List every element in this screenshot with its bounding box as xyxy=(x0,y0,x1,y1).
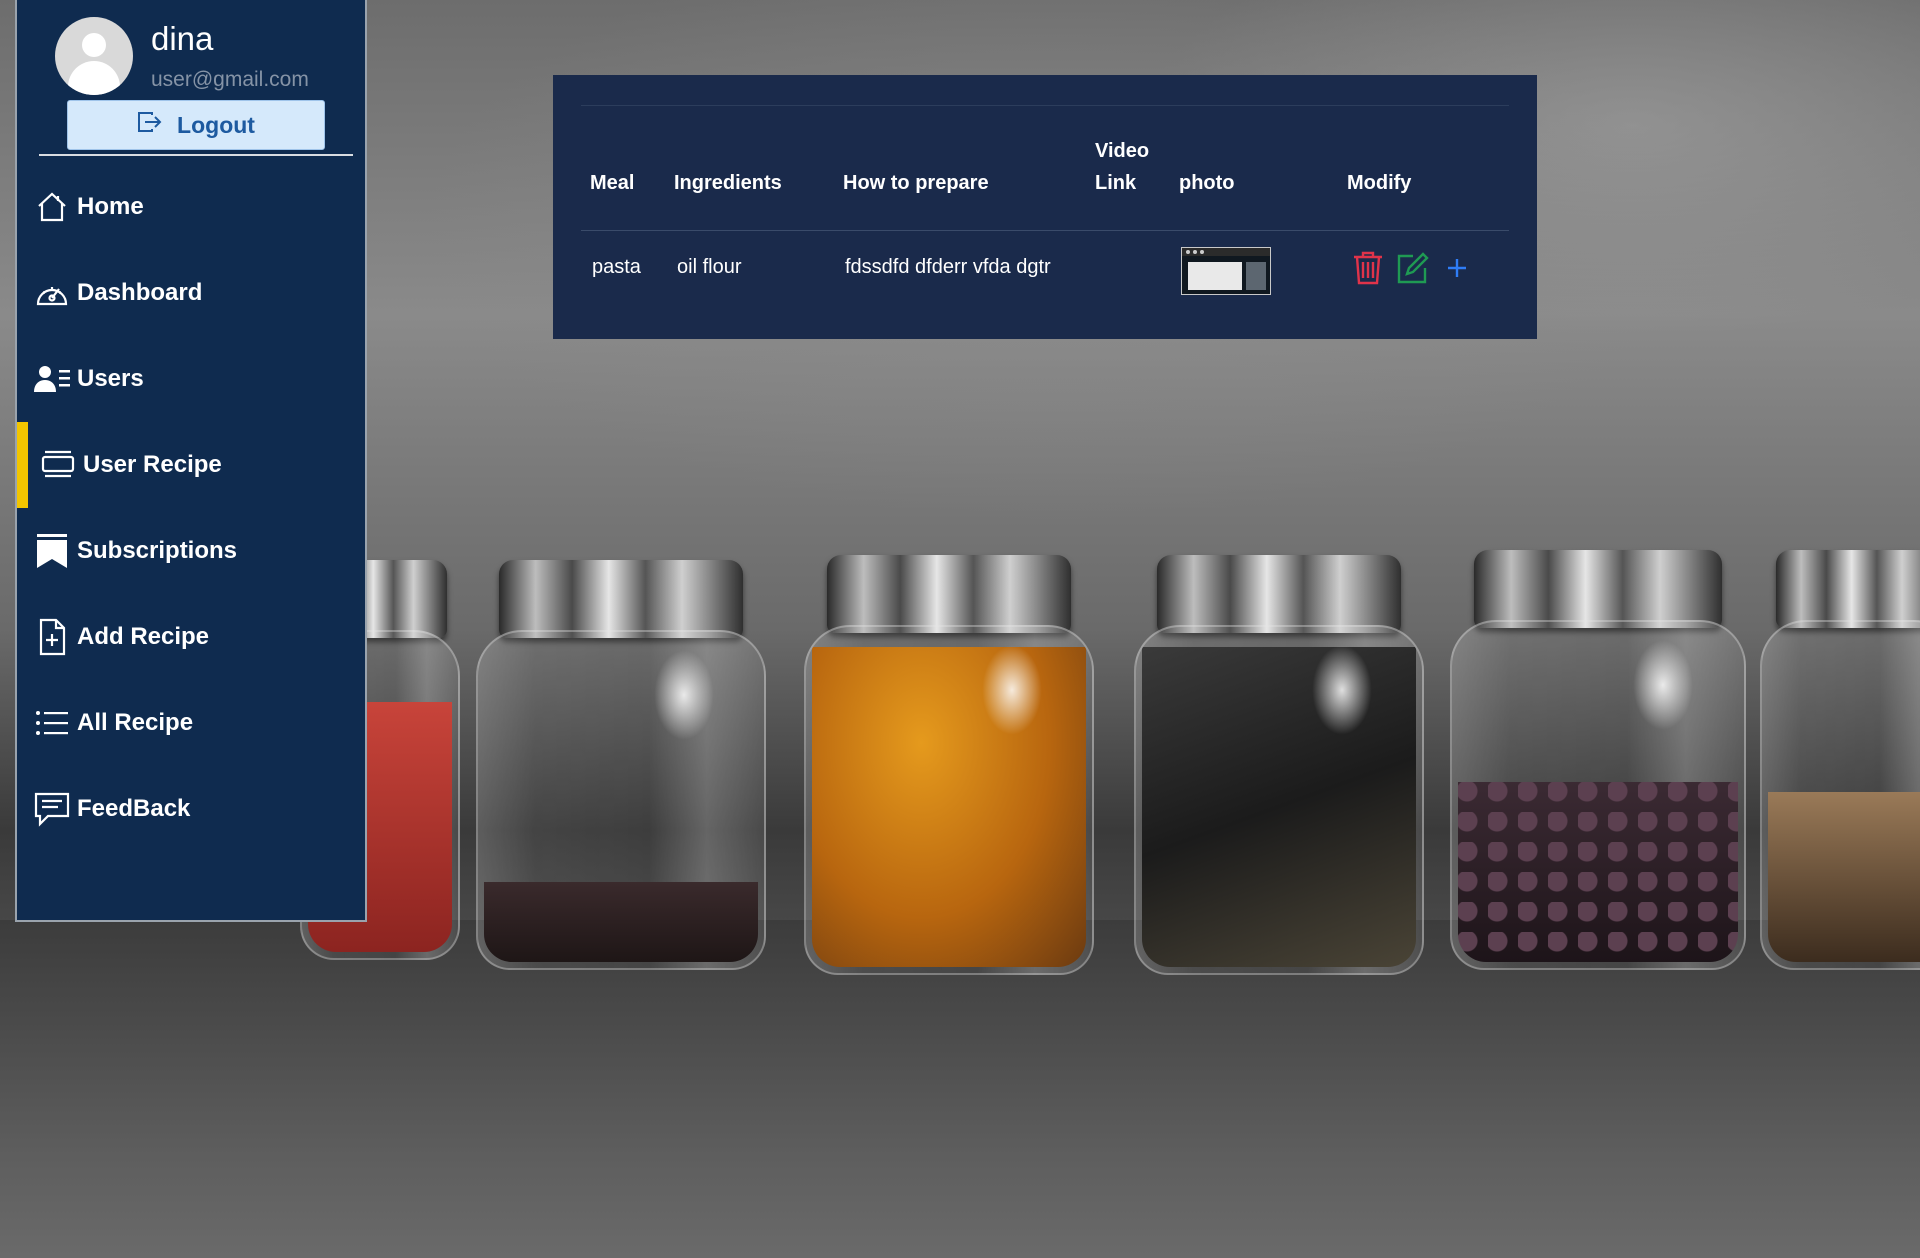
sidebar-item-all-recipe[interactable]: All Recipe xyxy=(17,680,365,766)
sidebar-item-user-recipe[interactable]: User Recipe xyxy=(17,422,365,508)
header-ingredients: Ingredients xyxy=(674,172,782,194)
spice-jar-dark xyxy=(476,560,766,970)
card-stack-icon xyxy=(39,446,77,484)
spice-jar-seeds xyxy=(1760,550,1920,970)
sidebar-item-subscriptions[interactable]: Subscriptions xyxy=(17,508,365,594)
file-plus-icon xyxy=(33,618,71,656)
profile-section: dina user@gmail.com Logout xyxy=(17,0,365,160)
speedometer-icon xyxy=(33,274,71,312)
header-modify: Modify xyxy=(1347,172,1412,194)
trash-icon xyxy=(1352,250,1384,291)
spice-jar-berries xyxy=(1450,550,1746,970)
spice-jar-turmeric xyxy=(804,555,1094,975)
sidebar-divider xyxy=(39,154,353,156)
cell-ingredients: oil flour xyxy=(677,256,742,278)
sidebar-item-feedback[interactable]: FeedBack xyxy=(17,766,365,852)
sidebar-item-label: Add Recipe xyxy=(77,623,210,650)
table-header-border xyxy=(581,230,1509,231)
cell-how-to-prepare: fdssdfd dfderr vfda dgtr xyxy=(845,256,1051,278)
logout-label: Logout xyxy=(177,111,255,138)
sidebar: dina user@gmail.com Logout Home Dashboar… xyxy=(15,0,367,922)
active-marker xyxy=(17,422,28,508)
header-meal: Meal xyxy=(590,172,635,194)
logout-icon xyxy=(137,111,163,139)
delete-button[interactable] xyxy=(1350,250,1386,291)
recipe-photo-thumbnail[interactable] xyxy=(1181,247,1271,295)
sidebar-item-label: FeedBack xyxy=(77,795,191,822)
user-recipe-table: Meal Ingredients How to prepare Video Li… xyxy=(553,75,1537,339)
chat-text-icon xyxy=(33,790,71,828)
sidebar-item-dashboard[interactable]: Dashboard xyxy=(17,250,365,336)
sidebar-item-users[interactable]: Users xyxy=(17,336,365,422)
sidebar-item-label: Dashboard xyxy=(77,279,203,306)
avatar xyxy=(55,17,133,95)
header-how-to-prepare: How to prepare xyxy=(843,172,989,194)
sidebar-item-label: User Recipe xyxy=(83,451,222,478)
bookmarks-icon xyxy=(33,532,71,570)
header-video-link-line1: Video xyxy=(1095,140,1150,162)
user-email: user@gmail.com xyxy=(151,68,309,91)
add-button[interactable] xyxy=(1439,252,1475,288)
sidebar-item-label: Users xyxy=(77,365,144,392)
edit-icon xyxy=(1396,251,1430,290)
logout-button[interactable]: Logout xyxy=(67,100,325,150)
sidebar-item-label: Subscriptions xyxy=(77,537,238,564)
edit-button[interactable] xyxy=(1395,251,1431,290)
header-photo: photo xyxy=(1179,172,1235,194)
username: dina xyxy=(151,20,214,57)
spice-jar-bay-leaves xyxy=(1134,555,1424,975)
cell-meal: pasta xyxy=(592,256,641,278)
plus-icon xyxy=(1446,257,1468,284)
table-top-border xyxy=(581,105,1509,106)
list-icon xyxy=(33,704,71,742)
house-icon xyxy=(33,188,71,226)
sidebar-item-label: All Recipe xyxy=(77,709,194,736)
user-list-icon xyxy=(33,360,71,398)
header-video-link-line2: Link xyxy=(1095,172,1137,194)
sidebar-item-add-recipe[interactable]: Add Recipe xyxy=(17,594,365,680)
sidebar-item-home[interactable]: Home xyxy=(17,164,365,250)
sidebar-item-label: Home xyxy=(77,193,144,220)
